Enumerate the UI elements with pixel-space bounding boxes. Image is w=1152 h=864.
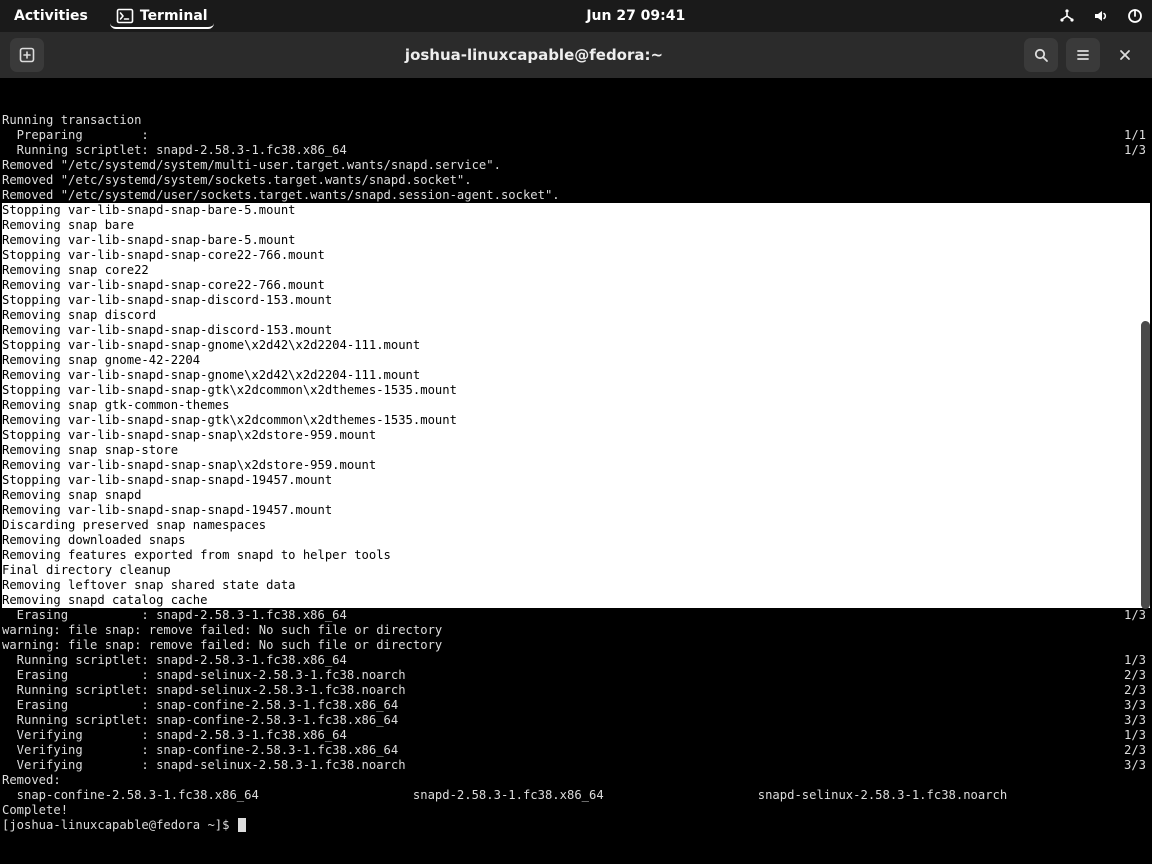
terminal-line: Removing snap bare — [2, 218, 1150, 233]
terminal-line: Stopping var-lib-snapd-snap-snap\x2dstor… — [2, 428, 1150, 443]
terminal-scrollbar[interactable] — [1141, 321, 1150, 609]
terminal-line: Preparing :1/1 — [2, 128, 1150, 143]
clock-label: Jun 27 09:41 — [586, 8, 685, 24]
power-icon[interactable] — [1126, 7, 1144, 25]
activities-label: Activities — [14, 8, 88, 24]
terminal-line: Stopping var-lib-snapd-snap-bare-5.mount — [2, 203, 1150, 218]
close-window-button[interactable] — [1108, 38, 1142, 72]
terminal-line: snap-confine-2.58.3-1.fc38.x86_64 snapd-… — [2, 788, 1150, 803]
terminal-line: Removing var-lib-snapd-snap-core22-766.m… — [2, 278, 1150, 293]
terminal-line: Removing var-lib-snapd-snap-discord-153.… — [2, 323, 1150, 338]
terminal-line: Removing leftover snap shared state data — [2, 578, 1150, 593]
terminal-line: Final directory cleanup — [2, 563, 1150, 578]
terminal-line: Verifying : snapd-selinux-2.58.3-1.fc38.… — [2, 758, 1150, 773]
close-icon — [1118, 48, 1132, 62]
terminal-line: Removing downloaded snaps — [2, 533, 1150, 548]
terminal-line: Removed: — [2, 773, 1150, 788]
terminal-line: Running scriptlet: snap-confine-2.58.3-1… — [2, 713, 1150, 728]
terminal-line: Running scriptlet: snapd-selinux-2.58.3-… — [2, 683, 1150, 698]
terminal-viewport[interactable]: Running transaction Preparing :1/1 Runni… — [0, 79, 1152, 833]
terminal-line: Removing snap gnome-42-2204 — [2, 353, 1150, 368]
terminal-line: Running scriptlet: snapd-2.58.3-1.fc38.x… — [2, 143, 1150, 158]
clock-button[interactable]: Jun 27 09:41 — [580, 4, 691, 28]
terminal-line: Removing var-lib-snapd-snap-bare-5.mount — [2, 233, 1150, 248]
terminal-line: Stopping var-lib-snapd-snap-snapd-19457.… — [2, 473, 1150, 488]
terminal-line: Removing var-lib-snapd-snap-gnome\x2d42\… — [2, 368, 1150, 383]
search-button[interactable] — [1024, 38, 1058, 72]
terminal-line: Removed "/etc/systemd/system/sockets.tar… — [2, 173, 1150, 188]
terminal-line: Removing snap gtk-common-themes — [2, 398, 1150, 413]
terminal-line: warning: file snap: remove failed: No su… — [2, 623, 1150, 638]
terminal-line: Removing var-lib-snapd-snap-snap\x2dstor… — [2, 458, 1150, 473]
terminal-line: Verifying : snapd-2.58.3-1.fc38.x86_641/… — [2, 728, 1150, 743]
terminal-line: Verifying : snap-confine-2.58.3-1.fc38.x… — [2, 743, 1150, 758]
hamburger-icon — [1074, 46, 1092, 64]
terminal-line: Running scriptlet: snapd-2.58.3-1.fc38.x… — [2, 653, 1150, 668]
terminal-line: Erasing : snap-confine-2.58.3-1.fc38.x86… — [2, 698, 1150, 713]
terminal-line: Discarding preserved snap namespaces — [2, 518, 1150, 533]
activities-button[interactable]: Activities — [8, 4, 94, 28]
terminal-header-bar: joshua-linuxcapable@fedora:~ — [0, 32, 1152, 79]
terminal-line: Removing features exported from snapd to… — [2, 548, 1150, 563]
new-tab-button[interactable] — [10, 38, 44, 72]
volume-icon[interactable] — [1092, 7, 1110, 25]
terminal-line: Complete! — [2, 803, 1150, 818]
window-title: joshua-linuxcapable@fedora:~ — [44, 46, 1024, 64]
terminal-line: Stopping var-lib-snapd-snap-gnome\x2d42\… — [2, 338, 1150, 353]
network-icon[interactable] — [1058, 7, 1076, 25]
terminal-line: Erasing : snapd-2.58.3-1.fc38.x86_641/3 — [2, 608, 1150, 623]
terminal-cursor — [238, 818, 246, 832]
terminal-line: Removing var-lib-snapd-snap-gtk\x2dcommo… — [2, 413, 1150, 428]
terminal-prompt-line: [joshua-linuxcapable@fedora ~]$ — [2, 818, 1150, 833]
terminal-line: Removing snapd catalog cache — [2, 593, 1150, 608]
search-icon — [1032, 46, 1050, 64]
gnome-top-bar: Activities Terminal Jun 27 09:41 — [0, 0, 1152, 32]
terminal-line: Stopping var-lib-snapd-snap-discord-153.… — [2, 293, 1150, 308]
terminal-line: Stopping var-lib-snapd-snap-core22-766.m… — [2, 248, 1150, 263]
terminal-app-icon — [116, 7, 134, 25]
terminal-line: Removing snap snap-store — [2, 443, 1150, 458]
terminal-line: Running transaction — [2, 113, 1150, 128]
terminal-line: Removing snap core22 — [2, 263, 1150, 278]
hamburger-menu-button[interactable] — [1066, 38, 1100, 72]
terminal-line: warning: file snap: remove failed: No su… — [2, 638, 1150, 653]
terminal-line: Stopping var-lib-snapd-snap-gtk\x2dcommo… — [2, 383, 1150, 398]
terminal-line: Erasing : snapd-selinux-2.58.3-1.fc38.no… — [2, 668, 1150, 683]
focused-app-label: Terminal — [140, 8, 208, 24]
terminal-line: Removing snap snapd — [2, 488, 1150, 503]
terminal-line: Removed "/etc/systemd/user/sockets.targe… — [2, 188, 1150, 203]
focused-app-indicator[interactable]: Terminal — [110, 3, 214, 29]
terminal-line: Removing snap discord — [2, 308, 1150, 323]
plus-tab-icon — [18, 46, 36, 64]
terminal-line: Removed "/etc/systemd/system/multi-user.… — [2, 158, 1150, 173]
terminal-line: Removing var-lib-snapd-snap-snapd-19457.… — [2, 503, 1150, 518]
